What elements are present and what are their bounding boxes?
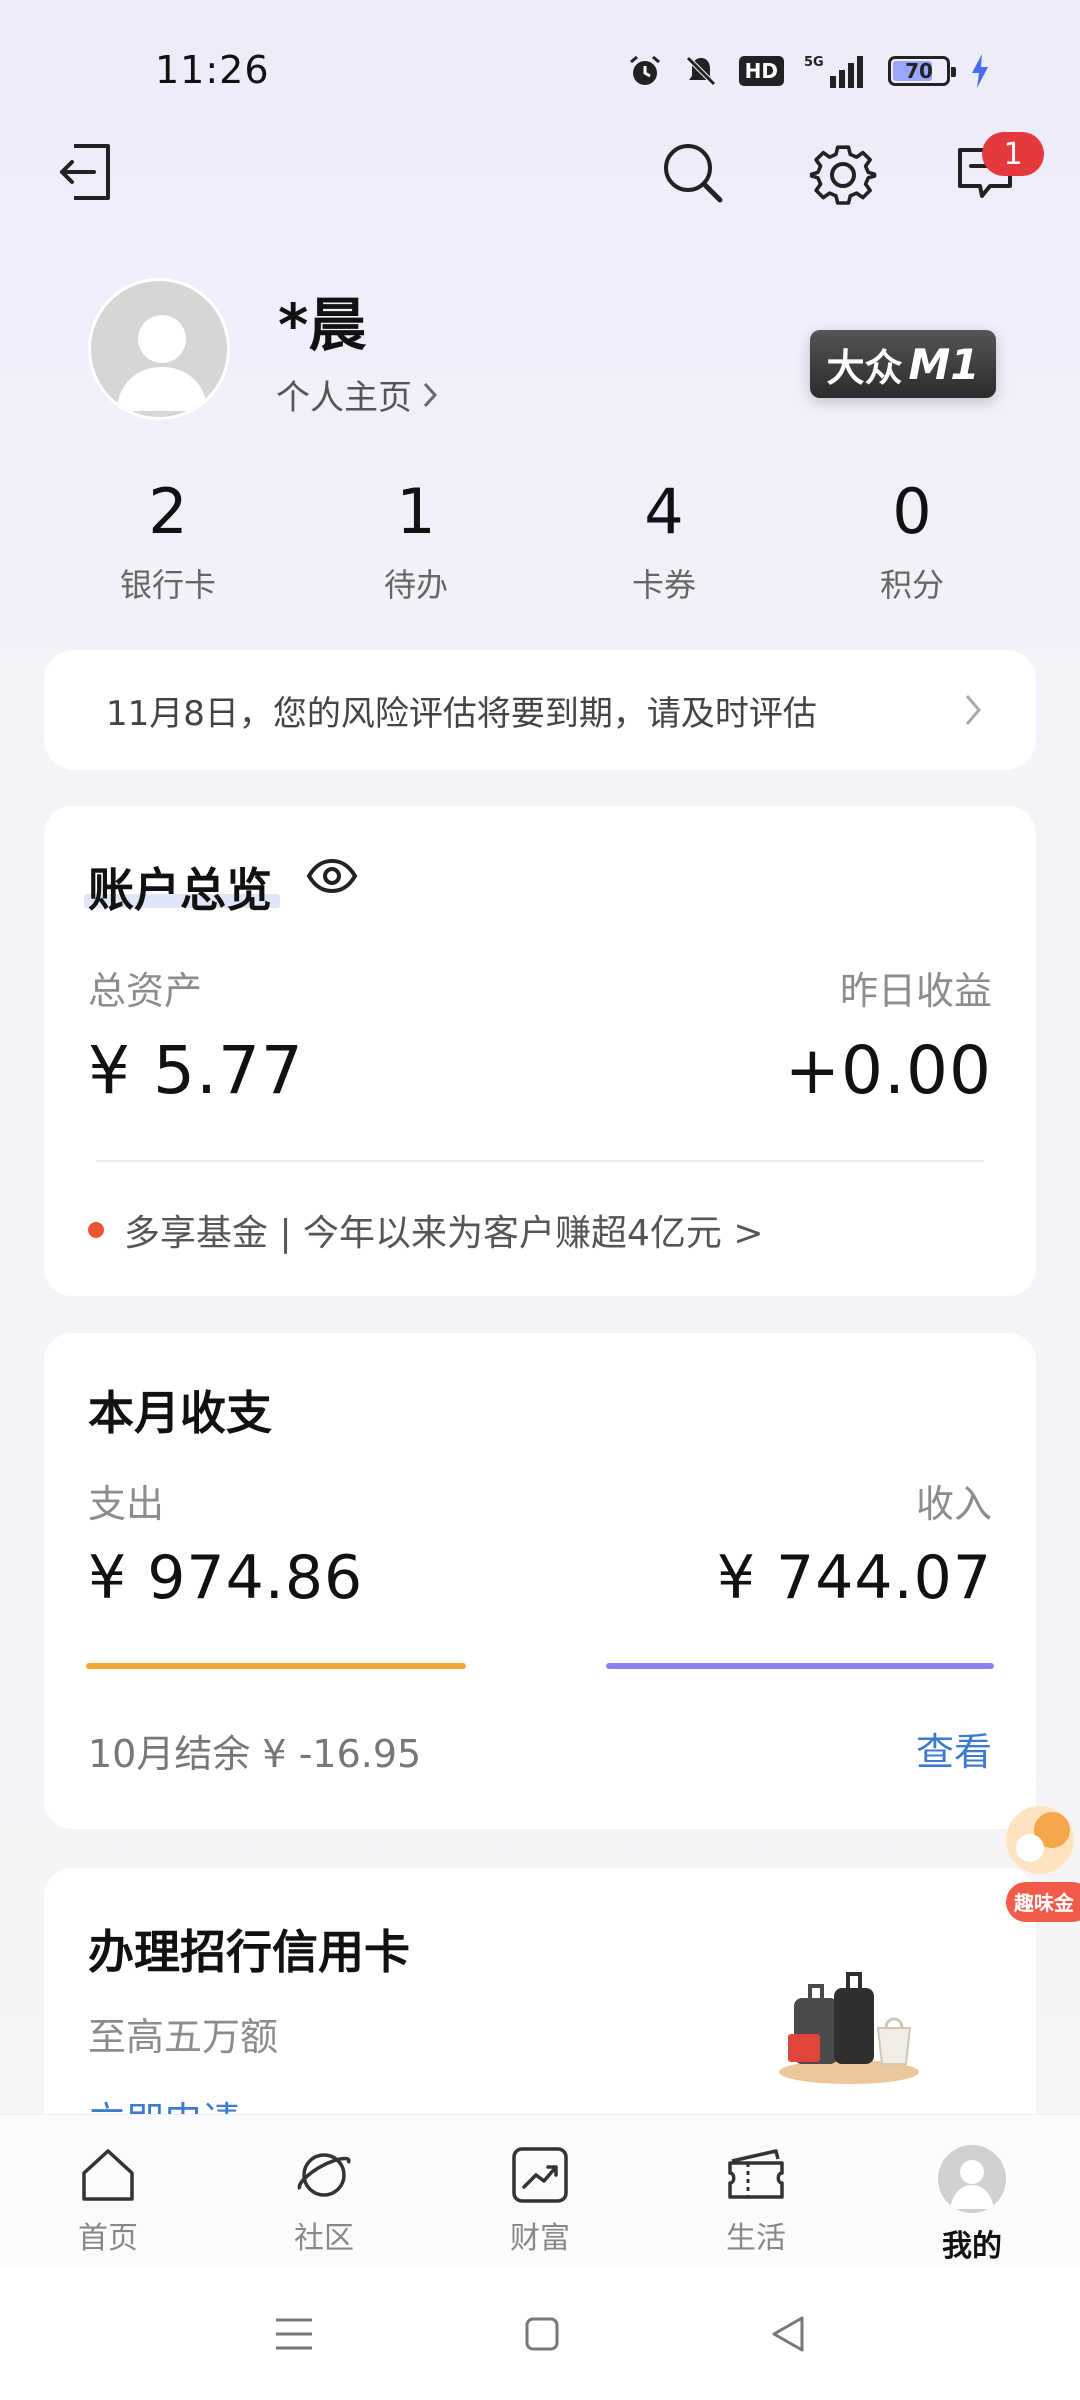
stat-value: 0 [892,475,932,548]
default-avatar-icon [116,315,208,411]
search-icon [664,144,723,203]
tab-wealth[interactable]: 财富 [432,2115,648,2268]
notice-text: 11月8日，您的风险评估将要到期，请及时评估 [106,693,817,734]
gear-icon [809,145,877,205]
tab-label: 我的 [942,2229,1002,2264]
monthly-balance: 10月结余 ¥ -16.95 [88,1732,422,1776]
user-name: *晨 [278,291,367,359]
float-widget-label: 趣味金 [1013,1891,1075,1915]
stat-label: 银行卡 [119,566,216,604]
credit-card-subtitle: 至高五万额 [88,2015,279,2059]
fund-promo-link[interactable]: 多享基金 | 今年以来为客户赚超4亿元 > [88,1204,764,1256]
promo-dot [88,1222,104,1238]
stat-todo[interactable]: 1 待办 [292,470,540,606]
total-assets-label: 总资产 [88,969,203,1013]
expense-value: ¥ 974.86 [88,1543,364,1613]
profile-homepage-link[interactable]: 个人主页 [276,370,438,419]
monthly-income-expense-card: 本月收支 支出 收入 ¥ 974.86 ¥ 744.07 10月结余 ¥ -16… [44,1333,1036,1829]
battery-icon: 70 [888,56,956,86]
tab-home[interactable]: 首页 [0,2115,216,2268]
home-square-icon[interactable] [524,2316,560,2352]
view-details-link[interactable]: 查看 [916,1721,992,1776]
toggle-visibility-button[interactable] [306,858,358,898]
account-stats: 2 银行卡 1 待办 4 卡券 0 积分 [0,470,1080,606]
stat-label: 卡券 [631,566,696,604]
status-icons: HD 5G 70 [627,48,990,94]
stat-value: 4 [644,475,684,548]
settings-button[interactable] [808,140,878,210]
account-overview-card: 账户总览 总资产 昨日收益 ¥ 5.77 +0.00 多享基金 | 今年以来为客… [44,806,1036,1296]
logout-icon [60,144,110,200]
risk-assessment-notice[interactable]: 11月8日，您的风险评估将要到期，请及时评估 [44,650,1036,770]
status-bar: 11:26 HD 5G 70 [0,0,1080,120]
stat-value: 1 [396,475,436,548]
message-count-badge: 1 [982,132,1044,176]
luggage-illustration [779,1972,919,2084]
stat-coupons[interactable]: 4 卡券 [540,470,788,606]
floating-promo-widget[interactable]: 趣味金 [1000,1790,1080,1930]
level-badge-level: M1 [908,339,980,389]
home-icon [82,2149,134,2201]
charging-icon [972,54,988,88]
expense-bar [86,1663,466,1669]
eye-icon [306,858,358,894]
member-level-badge[interactable]: 大众 M1 [810,330,996,398]
overview-title: 账户总览 [88,863,272,917]
search-button[interactable] [660,140,724,204]
svg-text:5G: 5G [804,55,824,70]
logout-button[interactable] [56,140,116,204]
income-value: ¥ 744.07 [716,1543,992,1613]
credit-card-title: 办理招行信用卡 [88,1925,410,1979]
tab-community[interactable]: 社区 [216,2115,432,2268]
chevron-right-icon [965,695,981,725]
hd-voice-badge: HD [738,56,784,86]
signal-icon: 5G [804,55,863,88]
yesterday-earnings-value: +0.00 [784,1032,992,1109]
stat-points[interactable]: 0 积分 [788,470,1036,606]
income-bar [606,1663,994,1669]
tab-label: 首页 [78,2221,138,2256]
income-label: 收入 [915,1482,992,1526]
tab-label: 生活 [726,2221,786,2256]
profile-homepage-label: 个人主页 [276,378,412,418]
level-badge-prefix: 大众 [826,345,903,390]
avatar[interactable] [88,278,230,420]
stat-label: 积分 [879,566,944,604]
system-navigation-bar [0,2268,1080,2400]
tab-label: 社区 [294,2221,354,2256]
battery-level: 70 [905,59,933,83]
expense-label: 支出 [88,1482,165,1526]
tab-label: 财富 [510,2221,570,2256]
total-assets-value: ¥ 5.77 [88,1032,304,1109]
alarm-icon [629,55,660,85]
ticket-icon [728,2149,784,2199]
monthly-title: 本月收支 [88,1386,272,1440]
divider [96,1160,984,1162]
planet-icon [297,2153,351,2197]
chevron-right-icon [423,382,438,407]
messages-button[interactable]: 1 [956,132,1044,202]
fund-promo-text: 多享基金 | 今年以来为客户赚超4亿元 > [124,1213,764,1254]
stat-value: 2 [148,475,188,548]
stat-bank-cards[interactable]: 2 银行卡 [44,470,292,606]
tab-life[interactable]: 生活 [648,2115,864,2268]
status-time: 11:26 [155,48,270,92]
menu-icon[interactable] [274,2316,314,2352]
back-icon[interactable] [770,2315,806,2353]
chart-icon [512,2147,568,2203]
avatar-icon [938,2145,1006,2213]
bottom-tab-bar: 首页 社区 财富 生活 我的 [0,2114,1080,2268]
gift-icon: 趣味金 [1006,1806,1080,1922]
stat-label: 待办 [383,566,448,604]
tab-mine[interactable]: 我的 [864,2115,1080,2268]
mute-icon [685,56,716,86]
yesterday-earnings-label: 昨日收益 [839,969,992,1013]
